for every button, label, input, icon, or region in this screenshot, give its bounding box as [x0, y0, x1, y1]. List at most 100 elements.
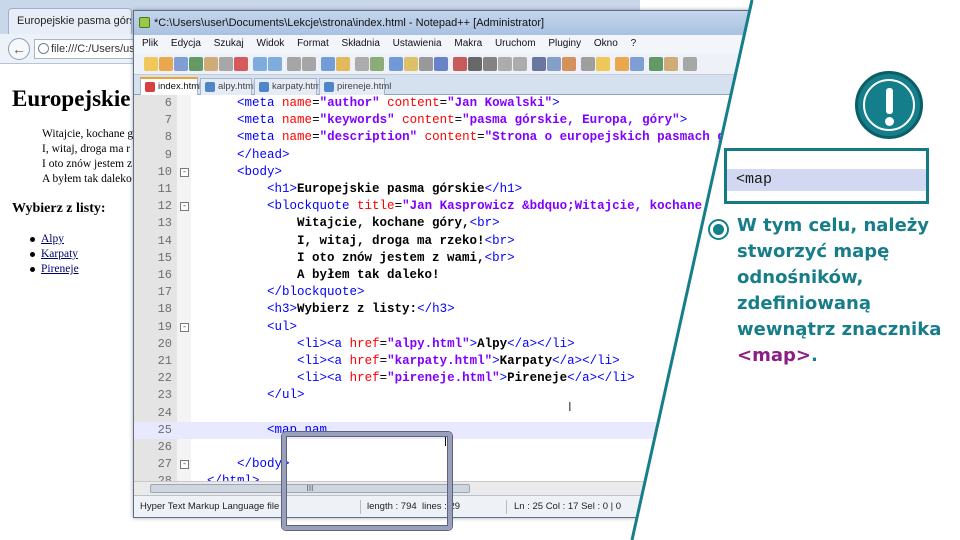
menu-ustawienia[interactable]: Ustawienia — [388, 35, 447, 53]
toolbar-button-icon[interactable] — [370, 57, 384, 71]
code-editor[interactable]: 6 <meta name="author" content="Jan Kowal… — [134, 95, 752, 481]
fold-toggle[interactable]: - — [180, 202, 189, 212]
page-link-list: Alpy Karpaty Pireneje — [30, 232, 79, 277]
toolbar-button-icon[interactable] — [532, 57, 546, 71]
quote-line: Witajcie, kochane g — [42, 128, 134, 140]
menu-format[interactable]: Format — [292, 35, 334, 53]
menu-plik[interactable]: Plik — [134, 35, 163, 53]
menu-makra[interactable]: Makra — [449, 35, 487, 53]
toolbar-button-icon[interactable] — [336, 57, 350, 71]
globe-icon — [38, 43, 49, 54]
ibeam-cursor-icon: I — [568, 399, 572, 414]
code-line: 24 — [157, 405, 172, 420]
toolbar-button-icon[interactable] — [649, 57, 663, 71]
toolbar-button-icon[interactable] — [453, 57, 467, 71]
toolbar-button-icon[interactable] — [664, 57, 678, 71]
toolbar-button-icon[interactable] — [630, 57, 644, 71]
tab-karpaty-html[interactable]: karpaty.html — [254, 78, 323, 95]
code-line: 23 </ul> — [157, 388, 305, 403]
menu-help[interactable]: ? — [626, 35, 642, 53]
link-pireneje[interactable]: Pireneje — [41, 263, 79, 275]
toolbar-button-icon[interactable] — [268, 57, 282, 71]
fold-toggle[interactable]: - — [180, 322, 189, 332]
menu-pluginy[interactable]: Pluginy — [543, 35, 586, 53]
fold-toggle[interactable]: - — [180, 460, 189, 470]
browser-tab[interactable]: Europejskie pasma górskie — [8, 8, 132, 34]
menu-szukaj[interactable]: Szukaj — [209, 35, 249, 53]
code-line: 12- <blockquote title="Jan Kasprowicz &b… — [157, 199, 725, 214]
menu-skladnia[interactable]: Składnia — [337, 35, 385, 53]
status-position: Ln : 25 Col : 17 Sel : 0 | 0 — [514, 501, 622, 512]
window-title: *C:\Users\user\Documents\Lekcje\strona\i… — [154, 17, 545, 29]
fold-toggle[interactable]: - — [180, 167, 189, 177]
toolbar-button-icon[interactable] — [596, 57, 610, 71]
toolbar-button-icon[interactable] — [355, 57, 369, 71]
file-saved-icon — [205, 82, 215, 92]
toolbar-button-icon[interactable] — [468, 57, 482, 71]
toolbar-button-icon[interactable] — [683, 57, 697, 71]
tab-index-html[interactable]: index.html — [140, 77, 202, 95]
toolbar-button-icon[interactable] — [389, 57, 403, 71]
toolbar-button-icon[interactable] — [498, 57, 512, 71]
toolbar-button-icon[interactable] — [615, 57, 629, 71]
back-button[interactable]: ← — [8, 38, 30, 60]
menu-edycja[interactable]: Edycja — [166, 35, 206, 53]
toolbar-button-icon[interactable] — [547, 57, 561, 71]
toolbar-button-icon[interactable] — [302, 57, 316, 71]
list-item: Alpy — [30, 232, 79, 247]
toolbar-button-icon[interactable] — [204, 57, 218, 71]
toolbar-button-icon[interactable] — [287, 57, 301, 71]
code-line: 17 </blockquote> — [157, 285, 365, 300]
code-line: 18 <h3>Wybierz z listy:</h3> — [157, 302, 455, 317]
toolbar-button-icon[interactable] — [513, 57, 527, 71]
code-line: 14 I, witaj, droga ma rzeko!<br> — [157, 233, 515, 248]
toolbar-button-icon[interactable] — [483, 57, 497, 71]
code-snippet-box: <map — [724, 148, 929, 204]
toolbar-button-icon[interactable] — [174, 57, 188, 71]
code-line: 10- <body> — [157, 164, 283, 179]
notepad-icon — [139, 17, 150, 28]
quote-line: A byłem tak daleko — [42, 173, 132, 185]
toolbar-button-icon[interactable] — [434, 57, 448, 71]
toolbar-button-icon[interactable] — [419, 57, 433, 71]
link-alpy[interactable]: Alpy — [41, 233, 64, 245]
code-line: 11 <h1>Europejskie pasma górskie</h1> — [157, 182, 523, 196]
code-line: 6 <meta name="author" content="Jan Kowal… — [164, 96, 560, 110]
status-file-type: Hyper Text Markup Language file — [140, 501, 280, 512]
page-quote: Witajcie, kochane g I, witaj, droga ma r… — [42, 127, 133, 187]
menu-okno[interactable]: Okno — [589, 35, 623, 53]
code-line: 13 Witajcie, kochane góry,<br> — [157, 216, 500, 231]
toolbar-button-icon[interactable] — [234, 57, 248, 71]
window-title-bar[interactable]: *C:\Users\user\Documents\Lekcje\strona\i… — [134, 11, 752, 35]
code-line: 15 I oto znów jestem z wami,<br> — [157, 250, 515, 265]
toolbar-button-icon[interactable] — [562, 57, 576, 71]
icon-bar — [886, 88, 893, 114]
quote-line: I oto znów jestem z — [42, 158, 133, 170]
tab-label: karpaty.html — [272, 81, 324, 92]
toolbar-button-icon[interactable] — [144, 57, 158, 71]
code-snippet: <map — [727, 169, 926, 191]
menu-widok[interactable]: Widok — [252, 35, 290, 53]
code-line: 7 <meta name="keywords" content="pasma g… — [164, 113, 688, 128]
toolbar-button-icon[interactable] — [219, 57, 233, 71]
toolbar-button-icon[interactable] — [321, 57, 335, 71]
file-saved-icon — [324, 82, 334, 92]
toolbar — [134, 53, 752, 75]
file-modified-icon — [145, 82, 155, 92]
tab-label: index.html — [158, 81, 202, 92]
toolbar-button-icon[interactable] — [253, 57, 267, 71]
toolbar-button-icon[interactable] — [404, 57, 418, 71]
list-item: Karpaty — [30, 247, 79, 262]
tab-pireneje-html[interactable]: pireneje.html — [319, 78, 391, 95]
note-end: . — [810, 345, 818, 366]
page-subheading: Wybierz z listy: — [12, 201, 106, 216]
menu-uruchom[interactable]: Uruchom — [490, 35, 541, 53]
toolbar-button-icon[interactable] — [159, 57, 173, 71]
tab-alpy-html[interactable]: alpy.html — [200, 78, 255, 95]
link-karpaty[interactable]: Karpaty — [41, 248, 78, 260]
toolbar-button-icon[interactable] — [189, 57, 203, 71]
toolbar-button-icon[interactable] — [581, 57, 595, 71]
code-line: 8 <meta name="description" content="Stro… — [164, 130, 740, 145]
exclamation-icon — [855, 71, 923, 139]
status-divider — [506, 500, 507, 514]
